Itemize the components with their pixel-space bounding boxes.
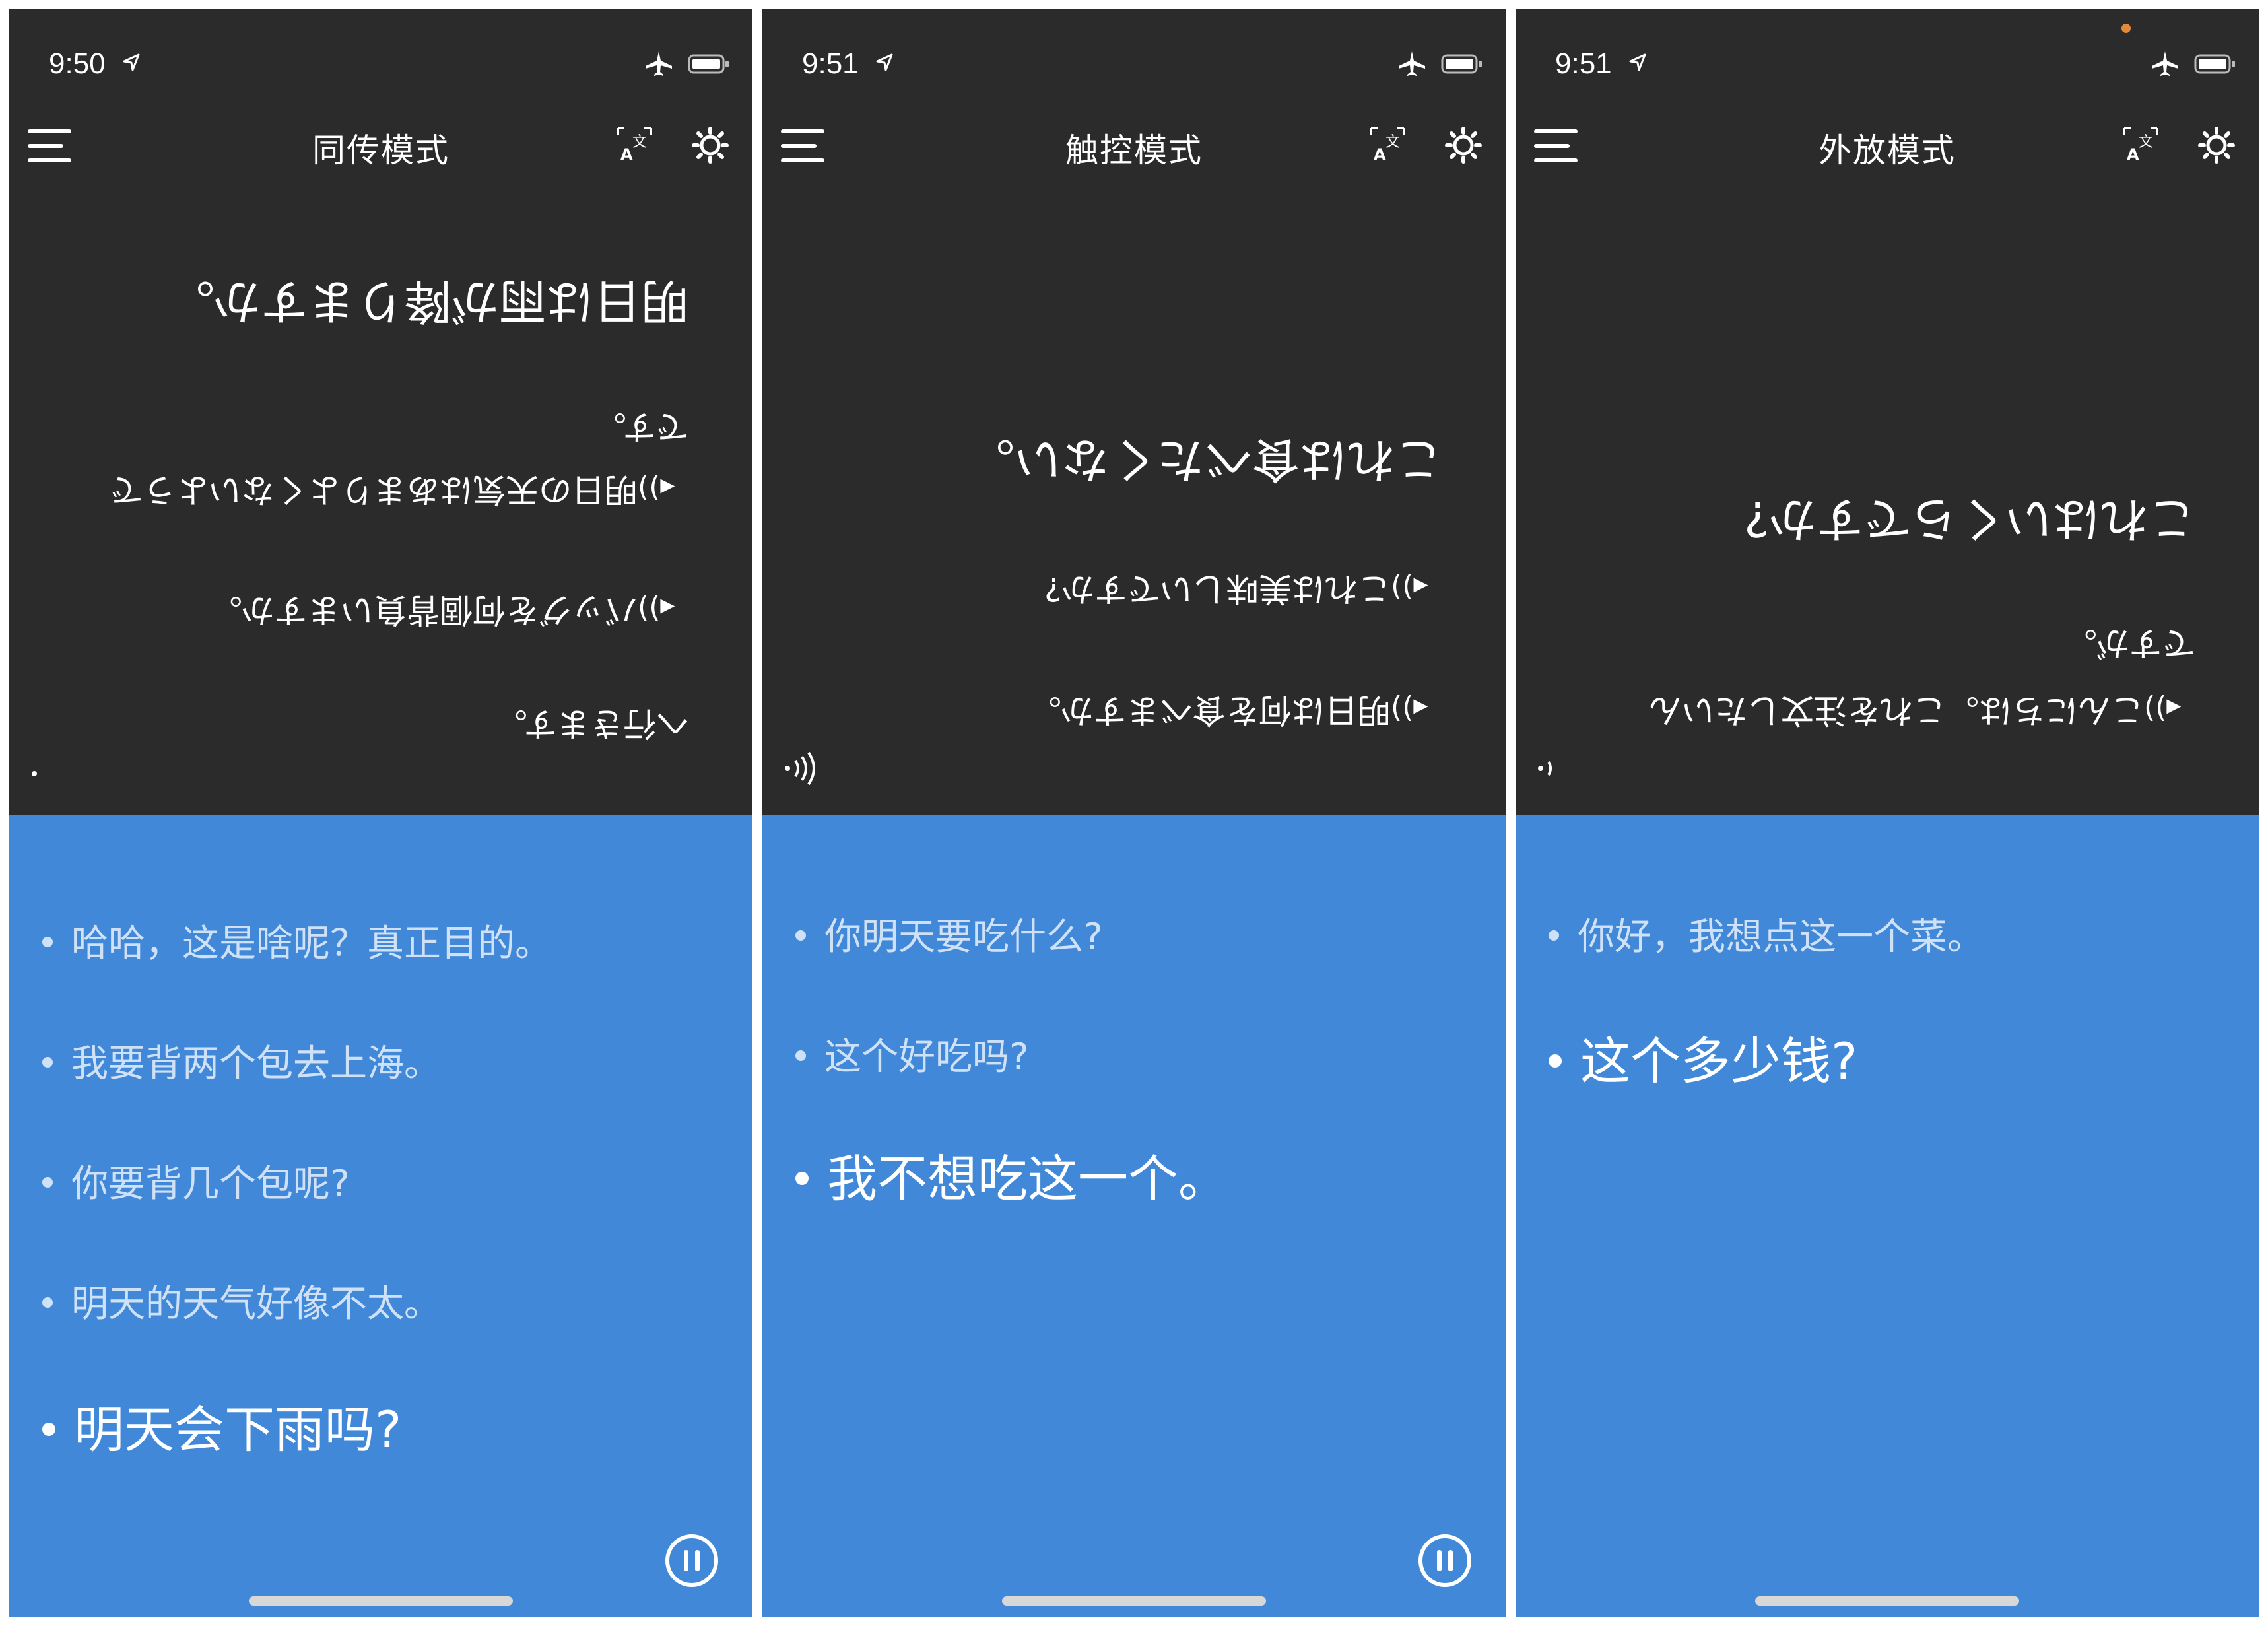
chinese-panel: 你明天要吃什么? 这个好吃吗? 我不想吃这一个。 <box>762 815 1506 1617</box>
svg-text:文: 文 <box>1385 134 1400 151</box>
japanese-line: ◂))こんにちは。これを注文したいん <box>1648 691 2181 729</box>
status-time: 9:50 <box>49 48 106 80</box>
sound-level-icon <box>785 751 815 786</box>
translate-icon[interactable]: A文 <box>1368 125 1407 164</box>
airplane-mode-icon <box>2152 51 2178 76</box>
speaker-icon[interactable]: ◂)) <box>638 471 675 505</box>
japanese-line: これはいくらですか? <box>1743 491 2195 547</box>
japanese-panel: 9:51 外放模式 A文 これはいくらですか? ですが。 ◂))こんにちは。これ… <box>1516 9 2259 815</box>
chinese-line-current: 明天会下雨吗? <box>42 1389 401 1462</box>
sound-level-icon <box>1538 761 1552 776</box>
japanese-line: へ行きます。 <box>494 704 689 743</box>
phone-screen-speaker: 9:51 外放模式 A文 これはいくらですか? ですが。 ◂))こんにちは。これ… <box>1516 9 2259 1617</box>
japanese-line: です。 <box>593 407 689 446</box>
chinese-line: 哈哈，这是啥呢？真正目的。 <box>42 914 552 967</box>
speaker-icon[interactable]: ◂)) <box>1391 692 1428 726</box>
svg-text:文: 文 <box>632 134 647 151</box>
speaker-icon[interactable]: ◂)) <box>2144 692 2181 726</box>
pause-icon[interactable] <box>1417 1533 1473 1588</box>
battery-icon <box>2194 54 2235 74</box>
battery-icon <box>1441 54 1482 74</box>
chinese-line: 你明天要吃什么? <box>795 907 1103 961</box>
japanese-line: ですが。 <box>2064 624 2195 662</box>
pause-icon[interactable] <box>664 1533 719 1588</box>
chinese-line: 你要背几个包呢? <box>42 1154 350 1207</box>
gear-icon[interactable] <box>1445 127 1482 164</box>
svg-text:A: A <box>620 145 633 164</box>
svg-text:A: A <box>2127 145 2139 164</box>
japanese-line: ◂))バッグを何個背負いますか。 <box>209 591 675 629</box>
location-arrow-icon <box>123 53 140 71</box>
recording-indicator <box>2121 24 2131 33</box>
chinese-line-current: 这个多少钱? <box>1549 1021 1857 1093</box>
phone-screen-simultaneous: 9:50 同传模式 A文 明日は雨が降りますか。 です。 ◂))明日の天気はあま… <box>9 9 752 1617</box>
chinese-line: 明天的天气好像不太。 <box>42 1274 441 1328</box>
phone-screen-touch: 9:51 触控模式 A文 これは食べたくない。 ◂))これは美味しいですか? ◂… <box>762 9 1506 1617</box>
japanese-line: 明日は雨が降りますか。 <box>167 273 689 329</box>
japanese-line: ◂))明日の天気はあまりよくないようで <box>110 471 675 509</box>
home-indicator[interactable] <box>1755 1596 2019 1606</box>
japanese-line: これは食べたくない。 <box>966 432 1442 487</box>
airplane-mode-icon <box>1399 51 1425 76</box>
speaker-icon[interactable]: ◂)) <box>1391 570 1428 604</box>
battery-icon <box>688 54 729 74</box>
status-time: 9:51 <box>1555 48 1612 80</box>
sound-level-icon <box>32 771 37 776</box>
airplane-mode-icon <box>646 51 672 76</box>
chinese-line: 这个好吃吗? <box>795 1027 1029 1081</box>
chinese-panel: 你好，我想点这一个菜。 这个多少钱? <box>1516 815 2259 1617</box>
gear-icon[interactable] <box>692 127 729 164</box>
svg-text:A: A <box>1374 145 1386 164</box>
status-time: 9:51 <box>802 48 859 80</box>
chinese-line-current: 我不想吃这一个。 <box>795 1138 1228 1211</box>
location-arrow-icon <box>1629 53 1646 71</box>
translate-icon[interactable]: A文 <box>2121 125 2160 164</box>
speaker-icon[interactable]: ◂)) <box>638 592 675 625</box>
japanese-line: ◂))明日は何を食べますか。 <box>1028 691 1428 729</box>
chinese-line: 我要背两个包去上海。 <box>42 1034 441 1087</box>
japanese-panel: 9:50 同传模式 A文 明日は雨が降りますか。 です。 ◂))明日の天気はあま… <box>9 9 752 815</box>
gear-icon[interactable] <box>2198 127 2235 164</box>
japanese-line: ◂))これは美味しいですか? <box>1044 570 1428 608</box>
home-indicator[interactable] <box>1002 1596 1266 1606</box>
japanese-panel: 9:51 触控模式 A文 これは食べたくない。 ◂))これは美味しいですか? ◂… <box>762 9 1506 815</box>
home-indicator[interactable] <box>249 1596 513 1606</box>
chinese-line: 你好，我想点这一个菜。 <box>1549 907 1984 961</box>
location-arrow-icon <box>876 53 893 71</box>
translate-icon[interactable]: A文 <box>615 125 653 164</box>
chinese-panel: 哈哈，这是啥呢？真正目的。 我要背两个包去上海。 你要背几个包呢? 明天的天气好… <box>9 815 752 1617</box>
svg-text:文: 文 <box>2139 134 2153 151</box>
